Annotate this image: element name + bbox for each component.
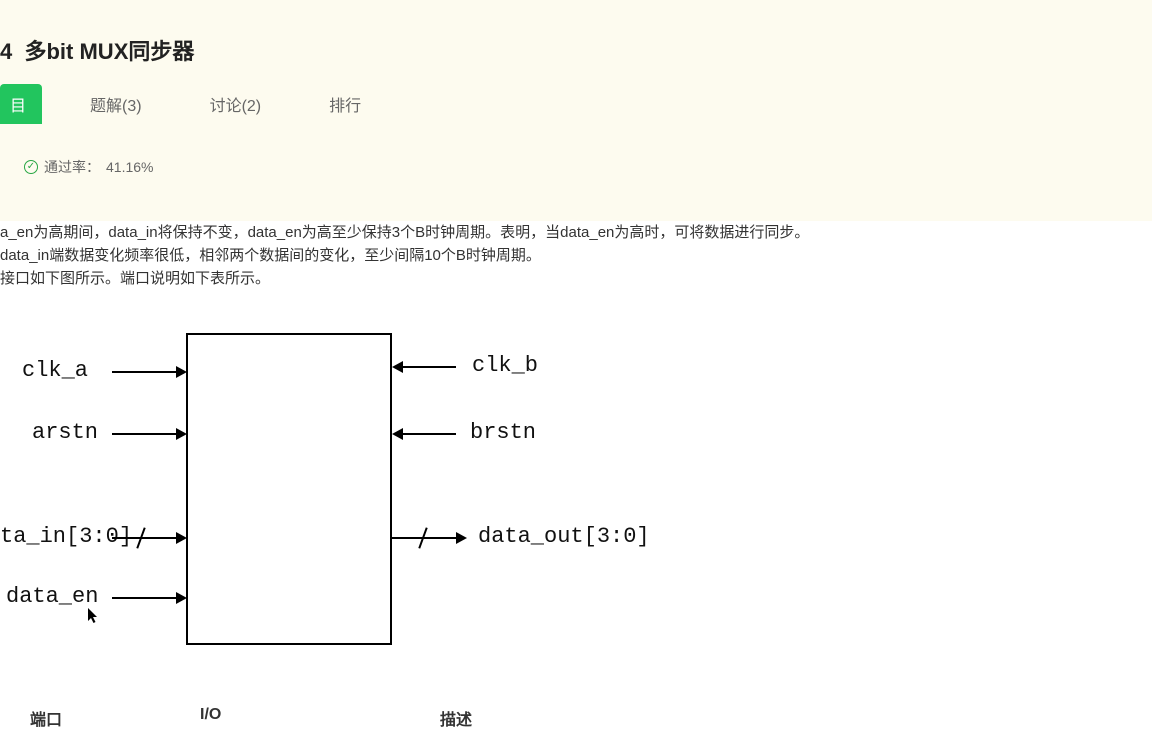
tabs: 目 题解(3) 讨论(2) 排行 [0,84,1152,124]
wire-data-in [112,537,176,539]
arrow-right-icon [176,532,187,544]
pass-rate-value: 41.16% [106,159,153,175]
signal-data-en: data_en [6,584,98,609]
signal-data-out: data_out[3:0] [478,524,650,549]
arrow-right-icon [176,592,187,604]
module-box [186,333,392,645]
arrow-left-icon [392,428,403,440]
module-diagram: clk_a arstn ta_in[3:0] data_en clk_b brs… [0,320,700,650]
content-panel: a_en为高期间，data_in将保持不变，data_en为高至少保持3个B时钟… [0,221,1152,741]
title-prefix: 4 [0,39,12,64]
signal-arstn: arstn [32,420,98,445]
arrow-right-icon [456,532,467,544]
pass-rate-label: 通过率： [44,157,100,177]
signal-brstn: brstn [470,420,536,445]
wire-clk-a [112,371,176,373]
wire-arstn [112,433,176,435]
tab-solution[interactable]: 题解(3) [70,84,162,124]
signal-clk-b: clk_b [472,353,538,378]
desc-line-3: 接口如下图所示。端口说明如下表所示。 [0,267,1152,290]
title-text: 多bit MUX同步器 [24,39,194,64]
tab-problem[interactable]: 目 [0,84,42,124]
wire-data-en [112,597,176,599]
signal-clk-a: clk_a [22,358,88,383]
page-title: 4 多bit MUX同步器 [0,0,1152,66]
tab-rank[interactable]: 排行 [309,84,381,124]
table-header-port: 端口 [0,706,200,730]
desc-line-2: data_in端数据变化频率很低，相邻两个数据间的变化，至少间隔10个B时钟周期… [0,244,1152,267]
cursor-icon [88,608,100,624]
description: a_en为高期间，data_in将保持不变，data_en为高至少保持3个B时钟… [0,221,1152,290]
desc-line-1: a_en为高期间，data_in将保持不变，data_en为高至少保持3个B时钟… [0,221,1152,244]
table-header-io: I/O [200,706,440,730]
table-header-desc: 描述 [440,706,740,730]
tab-discuss[interactable]: 讨论(2) [190,84,282,124]
wire-brstn [402,433,456,435]
arrow-right-icon [176,366,187,378]
wire-clk-b [402,366,456,368]
arrow-left-icon [392,361,403,373]
arrow-right-icon [176,428,187,440]
check-circle-icon: ✓ [24,160,38,174]
port-table-header: 端口 I/O 描述 [0,706,1152,730]
pass-rate-row: ✓ 通过率： 41.16% [24,157,1152,177]
